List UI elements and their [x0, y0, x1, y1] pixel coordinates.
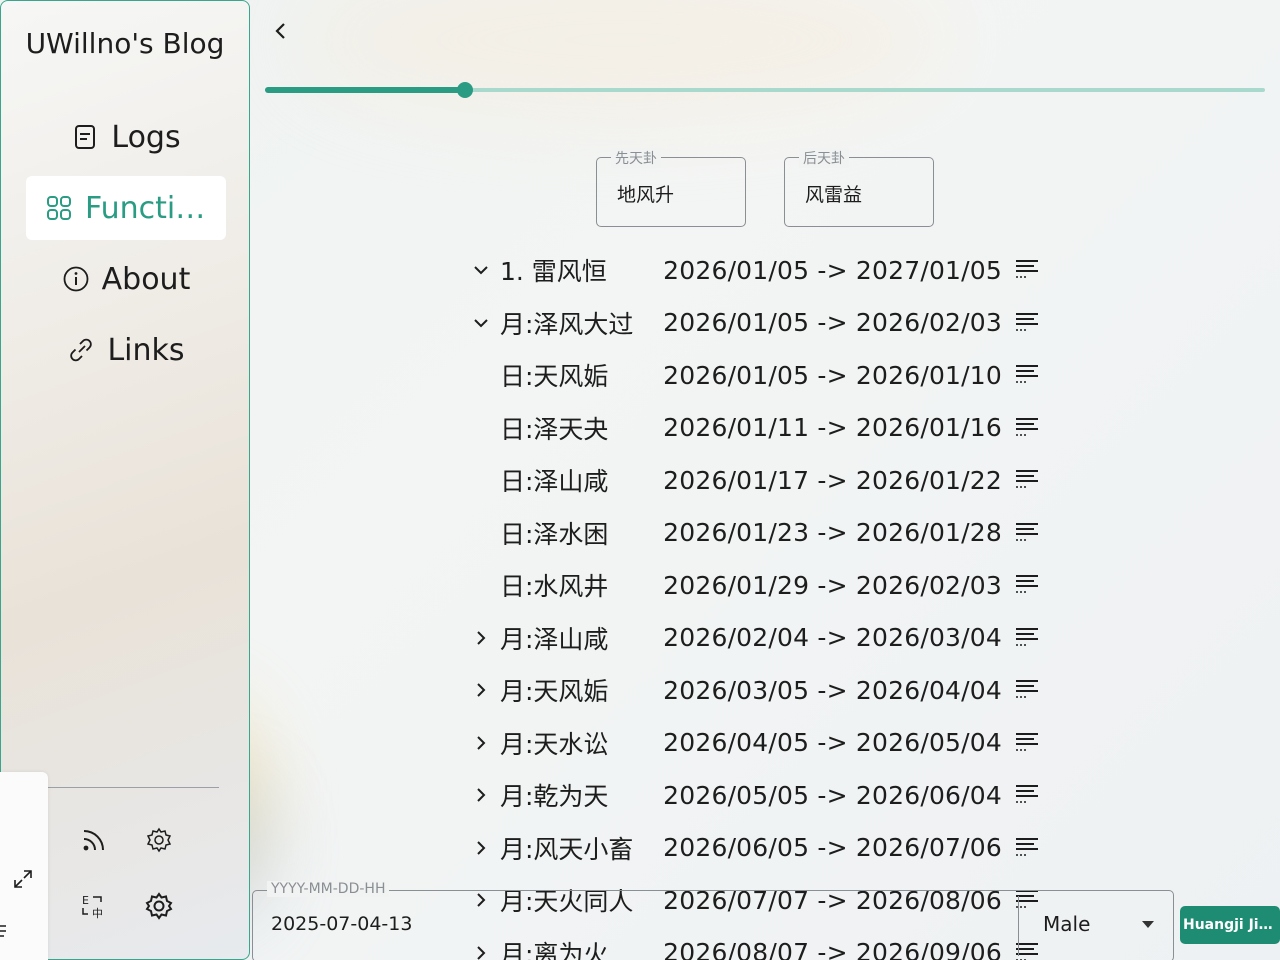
- tree-row-date-range: 2026/03/05 -> 2026/04/04: [663, 675, 1002, 705]
- chevron-right-icon[interactable]: [468, 730, 494, 756]
- tree-row-date-range: 2026/01/05 -> 2027/01/05: [663, 255, 1002, 285]
- dropdown-caret-icon: [1142, 921, 1154, 928]
- details-icon[interactable]: [1014, 362, 1040, 388]
- details-icon[interactable]: [1014, 310, 1040, 336]
- settings-icon[interactable]: [144, 891, 174, 921]
- details-icon[interactable]: [1014, 782, 1040, 808]
- details-icon[interactable]: [1014, 257, 1040, 283]
- tree-row-date-range: 2026/01/05 -> 2026/01/10: [663, 360, 1002, 390]
- tree-row-name: 月:乾为天: [500, 782, 609, 811]
- chevron-right-icon[interactable]: [468, 782, 494, 808]
- tree-row-date-range: 2026/01/11 -> 2026/01/16: [663, 413, 1002, 442]
- houtian-value: 风雷益: [805, 184, 863, 206]
- tree-row[interactable]: 日:泽天夬 2026/01/11 -> 2026/01/16: [466, 402, 1066, 454]
- document-icon: [75, 125, 96, 149]
- tree-row[interactable]: 日:天风姤 2026/01/05 -> 2026/01/10: [466, 349, 1066, 401]
- tree-row[interactable]: 月:泽山咸 2026/02/04 -> 2026/03/04: [466, 612, 1066, 664]
- tree-row-name: 月:泽风大过: [500, 309, 634, 339]
- tree-row-name: 月:天风姤: [500, 677, 609, 706]
- tree-row-name: 1. 雷风恒: [500, 257, 607, 286]
- settings-gear-icon[interactable]: [144, 825, 174, 855]
- tree-row-date-range: 2026/01/23 -> 2026/01/28: [663, 518, 1002, 547]
- translate-icon[interactable]: E 中: [79, 891, 109, 921]
- tree-row-date-range: 2026/06/05 -> 2026/07/06: [663, 833, 1002, 862]
- tree-row-name: 月:风天小畜: [500, 834, 634, 864]
- xiantian-field[interactable]: 先天卦 地风升: [596, 148, 746, 227]
- sidebar-divider: [33, 787, 219, 788]
- tree-row-name: 日:泽山咸: [500, 467, 609, 496]
- details-icon[interactable]: [1014, 572, 1040, 598]
- tree-row[interactable]: 月:天风姤 2026/03/05 -> 2026/04/04: [466, 664, 1066, 716]
- tree-row-date-range: 2026/02/04 -> 2026/03/04: [663, 623, 1002, 652]
- tree-row-name: 日:水风井: [500, 572, 609, 601]
- svg-text:中: 中: [92, 907, 103, 920]
- tree-row-date-range: 2026/05/05 -> 2026/06/04: [663, 780, 1002, 810]
- huangji-jingshi-button[interactable]: Huangji Jingshi: [1180, 906, 1280, 944]
- nav-item-links[interactable]: Links: [26, 318, 226, 382]
- huangji-jingshi-label: Huangji Jingshi: [1183, 917, 1277, 933]
- tree-row-name: 月:泽山咸: [500, 624, 609, 654]
- chevron-down-icon[interactable]: [468, 257, 494, 283]
- tree-row-name: 月:天水讼: [500, 729, 609, 759]
- back-chevron-icon[interactable]: [268, 18, 292, 44]
- nav-item-about[interactable]: About: [26, 247, 226, 311]
- blog-title[interactable]: UWillno's Blog: [1, 27, 249, 60]
- tree-row-date-range: 2026/01/17 -> 2026/01/22: [663, 465, 1002, 495]
- tree-row-name: 日:泽水困: [500, 519, 609, 549]
- tree-row[interactable]: 1. 雷风恒 2026/01/05 -> 2027/01/05: [466, 244, 1066, 296]
- tree-row-date-range: 2026/04/05 -> 2026/05/04: [663, 728, 1002, 757]
- houtian-field[interactable]: 后天卦 风雷益: [784, 148, 934, 227]
- details-icon[interactable]: [1014, 677, 1040, 703]
- nav-label-logs: Logs: [111, 119, 181, 155]
- menu-icon[interactable]: [0, 922, 8, 940]
- details-icon[interactable]: [1014, 520, 1040, 546]
- gender-value: Male: [1043, 912, 1091, 936]
- tree-row-date-range: 2026/01/29 -> 2026/02/03: [663, 570, 1002, 600]
- tree-row[interactable]: 日:泽水困 2026/01/23 -> 2026/01/28: [466, 507, 1066, 559]
- nav-label-about: About: [101, 261, 191, 297]
- link-icon: [70, 338, 93, 362]
- tree-row-date-range: 2026/01/05 -> 2026/02/03: [663, 308, 1002, 337]
- nav-label-links: Links: [107, 332, 185, 368]
- tree-row[interactable]: 月:天水讼 2026/04/05 -> 2026/05/04: [466, 717, 1066, 769]
- tree-row[interactable]: 月:泽风大过 2026/01/05 -> 2026/02/03: [466, 297, 1066, 349]
- details-icon[interactable]: [1014, 835, 1040, 861]
- chevron-down-icon[interactable]: [468, 310, 494, 336]
- chevron-right-icon[interactable]: [468, 835, 494, 861]
- nav-label-functions: Functions: [85, 190, 207, 226]
- year-slider[interactable]: [265, 80, 1265, 100]
- tree-row[interactable]: 月:风天小畜 2026/06/05 -> 2026/07/06: [466, 822, 1066, 874]
- details-icon[interactable]: [1014, 467, 1040, 493]
- tree-row[interactable]: 日:泽山咸 2026/01/17 -> 2026/01/22: [466, 454, 1066, 506]
- rss-icon[interactable]: [79, 825, 109, 855]
- info-icon: [63, 266, 89, 292]
- expand-icon[interactable]: [12, 868, 34, 890]
- houtian-label: 后天卦: [799, 148, 849, 168]
- slider-track: [265, 87, 465, 93]
- nav-item-logs[interactable]: Logs: [26, 105, 226, 169]
- details-icon[interactable]: [1014, 625, 1040, 651]
- mini-panel: [0, 772, 48, 960]
- gender-select[interactable]: Male: [1018, 896, 1168, 956]
- tree-row[interactable]: 日:水风井 2026/01/29 -> 2026/02/03: [466, 559, 1066, 611]
- chevron-right-icon[interactable]: [468, 677, 494, 703]
- slider-thumb[interactable]: [457, 82, 473, 98]
- svg-text:E: E: [82, 894, 89, 907]
- tree-row-name: 日:天风姤: [500, 362, 609, 391]
- tree-row-name: 日:泽天夬: [500, 414, 609, 444]
- birth-time-label: YYYY-MM-DD-HH: [267, 881, 390, 897]
- grid-icon: [47, 196, 71, 220]
- xiantian-value: 地风升: [617, 184, 675, 206]
- birth-time-value: 2025-07-04-13: [271, 913, 413, 935]
- details-icon[interactable]: [1014, 415, 1040, 441]
- xiantian-label: 先天卦: [611, 148, 661, 168]
- tree-row[interactable]: 月:乾为天 2026/05/05 -> 2026/06/04: [466, 769, 1066, 821]
- chevron-right-icon[interactable]: [468, 625, 494, 651]
- nav-item-functions[interactable]: Functions: [26, 176, 226, 240]
- details-icon[interactable]: [1014, 730, 1040, 756]
